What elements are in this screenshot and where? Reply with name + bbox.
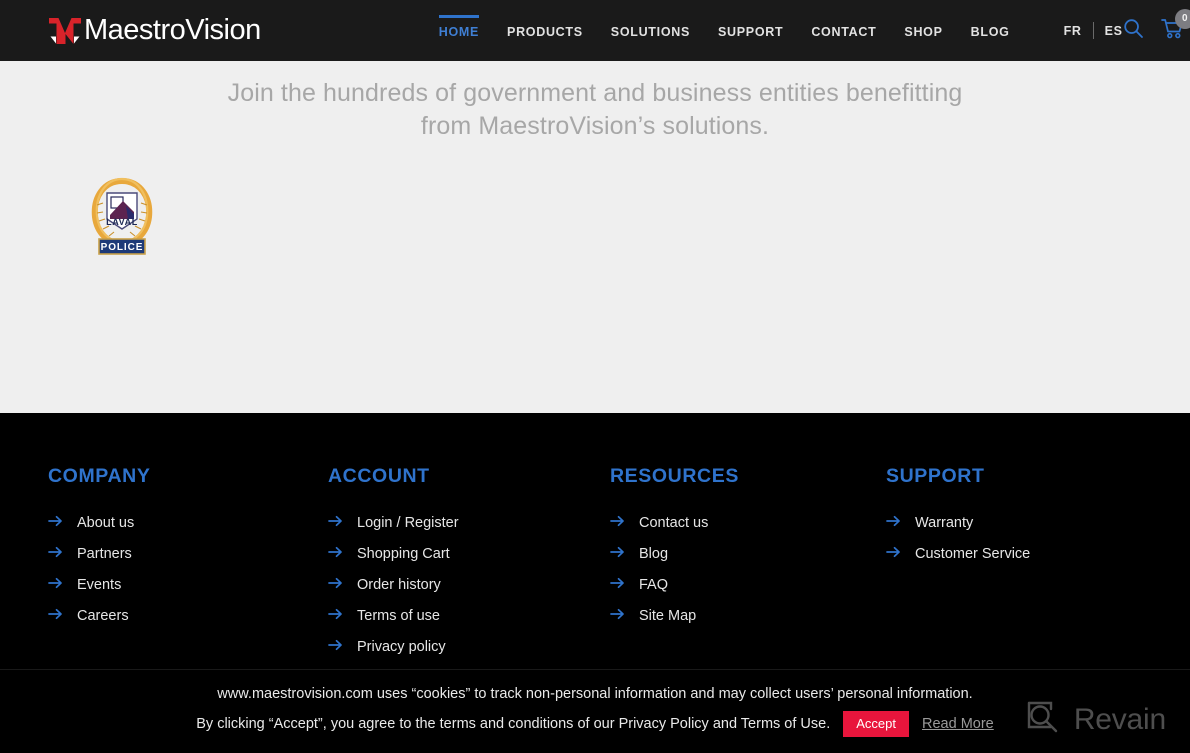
language-option-es[interactable]: ES xyxy=(1105,24,1123,38)
footer-link-label: Partners xyxy=(77,546,132,562)
cookie-notice-line-1: www.maestrovision.com uses “cookies” to … xyxy=(217,685,973,702)
nav-item-support[interactable]: SUPPORT xyxy=(718,3,783,59)
header-icon-group: 0 xyxy=(1123,8,1190,44)
footer-link-label: Customer Service xyxy=(915,546,1031,562)
footer-link-terms-of-use[interactable]: Terms of use xyxy=(328,607,610,625)
svg-text:LAVAL: LAVAL xyxy=(106,217,138,227)
logo-text: MaestroVision xyxy=(84,14,261,46)
arrow-right-icon xyxy=(610,545,625,563)
site-logo[interactable]: MaestroVision xyxy=(48,16,261,46)
footer-link-label: Warranty xyxy=(915,515,974,531)
arrow-right-icon xyxy=(328,514,343,532)
arrow-right-icon xyxy=(610,607,625,625)
footer-heading-company: COMPANY xyxy=(48,465,151,487)
revain-watermark: Revain xyxy=(1023,697,1166,742)
cart-count-badge: 0 xyxy=(1174,8,1190,29)
search-icon[interactable] xyxy=(1123,18,1144,44)
language-divider xyxy=(1092,22,1094,39)
arrow-right-icon xyxy=(328,607,343,625)
hero-section: Join the hundreds of government and busi… xyxy=(0,61,1190,413)
language-switcher: FR ES xyxy=(1064,22,1123,39)
site-footer: COMPANY About us Partners Events Careers… xyxy=(0,413,1190,670)
cookie-notice-line-2: By clicking “Accept”, you agree to the t… xyxy=(196,715,831,732)
maestrovision-m-chevron-icon xyxy=(48,16,82,46)
footer-link-label: FAQ xyxy=(639,577,669,593)
footer-heading-resources: RESOURCES xyxy=(610,465,739,487)
footer-column-support: SUPPORT Warranty Customer Service xyxy=(886,465,1030,669)
footer-link-shopping-cart[interactable]: Shopping Cart xyxy=(328,545,610,563)
footer-link-label: About us xyxy=(77,515,135,531)
footer-link-label: Events xyxy=(77,577,122,593)
arrow-right-icon xyxy=(328,576,343,594)
footer-link-careers[interactable]: Careers xyxy=(48,607,328,625)
arrow-right-icon xyxy=(886,545,901,563)
footer-link-warranty[interactable]: Warranty xyxy=(886,514,1030,532)
accept-cookies-button[interactable]: Accept xyxy=(843,710,909,738)
footer-link-events[interactable]: Events xyxy=(48,576,328,594)
footer-heading-account: ACCOUNT xyxy=(328,465,430,487)
footer-columns: COMPANY About us Partners Events Careers… xyxy=(0,465,1190,669)
nav-item-home[interactable]: HOME xyxy=(438,3,480,59)
arrow-right-icon xyxy=(48,545,63,563)
footer-column-account: ACCOUNT Login / Register Shopping Cart O… xyxy=(328,465,610,669)
read-more-link[interactable]: Read More xyxy=(922,716,994,732)
footer-link-privacy-policy[interactable]: Privacy policy xyxy=(328,638,610,656)
arrow-right-icon xyxy=(48,607,63,625)
laval-police-badge: LAVAL POLICE xyxy=(88,175,1190,257)
arrow-right-icon xyxy=(48,514,63,532)
cookie-consent-banner: www.maestrovision.com uses “cookies” to … xyxy=(0,670,1190,753)
footer-column-company: COMPANY About us Partners Events Careers xyxy=(48,465,328,669)
footer-link-customer-service[interactable]: Customer Service xyxy=(886,545,1030,563)
site-header: MaestroVision HOME PRODUCTS SOLUTIONS SU… xyxy=(0,0,1190,61)
footer-link-label: Blog xyxy=(639,546,669,562)
footer-link-label: Shopping Cart xyxy=(357,546,450,562)
nav-item-solutions[interactable]: SOLUTIONS xyxy=(611,3,690,59)
tagline-line-1: Join the hundreds of government and busi… xyxy=(227,79,963,107)
footer-link-label: Site Map xyxy=(639,608,697,624)
footer-heading-support: SUPPORT xyxy=(886,465,985,487)
footer-link-blog[interactable]: Blog xyxy=(610,545,886,563)
footer-link-order-history[interactable]: Order history xyxy=(328,576,610,594)
footer-link-label: Careers xyxy=(77,608,129,624)
footer-column-resources: RESOURCES Contact us Blog FAQ Site Map xyxy=(610,465,886,669)
arrow-right-icon xyxy=(886,514,901,532)
nav-item-shop[interactable]: SHOP xyxy=(904,3,942,59)
arrow-right-icon xyxy=(328,545,343,563)
footer-link-faq[interactable]: FAQ xyxy=(610,576,886,594)
client-badge-row: LAVAL POLICE xyxy=(0,175,1190,257)
tagline-line-2: from MaestroVision’s solutions. xyxy=(420,112,770,140)
main-navigation: HOME PRODUCTS SOLUTIONS SUPPORT CONTACT … xyxy=(438,0,1123,61)
footer-link-site-map[interactable]: Site Map xyxy=(610,607,886,625)
footer-link-label: Contact us xyxy=(639,515,709,531)
language-option-fr[interactable]: FR xyxy=(1064,24,1082,38)
arrow-right-icon xyxy=(610,576,625,594)
revain-logo-icon xyxy=(1023,697,1063,742)
revain-watermark-text: Revain xyxy=(1073,702,1166,736)
page-tagline: Join the hundreds of government and busi… xyxy=(0,61,1190,143)
nav-item-products[interactable]: PRODUCTS xyxy=(507,3,583,59)
footer-link-label: Privacy policy xyxy=(357,639,446,655)
arrow-right-icon xyxy=(328,638,343,656)
arrow-right-icon xyxy=(48,576,63,594)
footer-link-login-register[interactable]: Login / Register xyxy=(328,514,610,532)
arrow-right-icon xyxy=(610,514,625,532)
footer-link-label: Terms of use xyxy=(357,608,440,624)
shopping-cart-icon[interactable]: 0 xyxy=(1160,8,1190,44)
nav-item-blog[interactable]: BLOG xyxy=(971,3,1010,59)
footer-link-label: Order history xyxy=(357,577,441,593)
cookie-notice-actions: By clicking “Accept”, you agree to the t… xyxy=(196,710,994,738)
footer-link-contact-us[interactable]: Contact us xyxy=(610,514,886,532)
footer-link-partners[interactable]: Partners xyxy=(48,545,328,563)
footer-link-label: Login / Register xyxy=(357,515,459,531)
nav-item-contact[interactable]: CONTACT xyxy=(811,3,876,59)
svg-text:POLICE: POLICE xyxy=(101,242,144,253)
footer-link-about-us[interactable]: About us xyxy=(48,514,328,532)
